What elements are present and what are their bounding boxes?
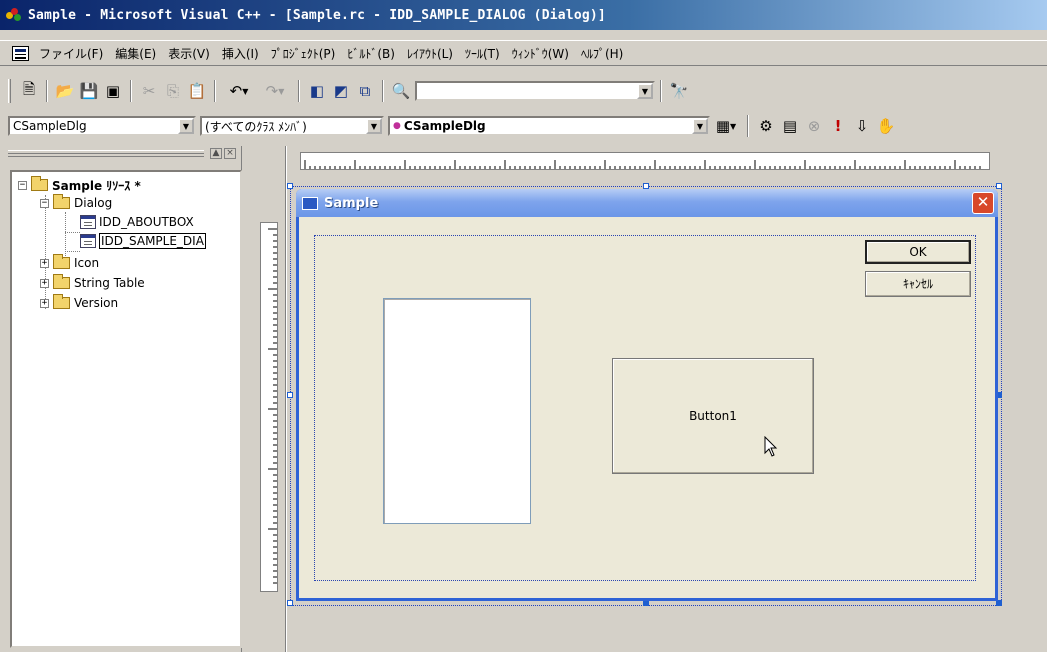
menu-tools[interactable]: ﾂｰﾙ(T) (459, 43, 506, 64)
chevron-down-icon[interactable]: ▼ (178, 118, 194, 134)
visual-cpp-icon (6, 8, 22, 22)
paste-icon[interactable]: 📋 (186, 80, 208, 102)
close-pane-icon[interactable]: × (224, 148, 236, 159)
folder-icon (53, 254, 70, 269)
folder-icon (53, 274, 70, 289)
menu-file[interactable]: ファイル(F) (33, 43, 109, 64)
save-icon[interactable]: 💾 (78, 80, 100, 102)
tree-node-version[interactable]: + Version (40, 294, 118, 312)
chevron-down-icon[interactable]: ▼ (366, 118, 382, 134)
save-all-icon[interactable]: ▣ (102, 80, 124, 102)
find-icon[interactable]: 🔭 (668, 80, 690, 102)
breakpoint-hand-icon[interactable]: ✋ (875, 115, 897, 137)
menu-view[interactable]: 表示(V) (162, 43, 216, 64)
wizard-bar: CSampleDlg ▼ (すべてのｸﾗｽ ﾒﾝﾊﾞ) ▼ ● CSampleD… (0, 110, 960, 142)
collapse-icon[interactable]: − (40, 198, 49, 208)
menu-window[interactable]: ｳｨﾝﾄﾞｳ(W) (506, 43, 575, 64)
resize-handle[interactable] (287, 183, 293, 189)
class-combo[interactable]: CSampleDlg ▼ (8, 116, 196, 136)
app-title-bar[interactable]: Sample - Microsoft Visual C++ - [Sample.… (0, 0, 1047, 30)
cancel-button[interactable]: ｷｬﾝｾﾙ (865, 271, 971, 297)
undo-icon[interactable]: ↶ ▼ (222, 80, 256, 102)
build-icon[interactable]: ▤ (779, 115, 801, 137)
horizontal-ruler[interactable] (300, 152, 990, 170)
dialog-window-icon (302, 196, 318, 210)
tree-node-label: IDD_SAMPLE_DIA (99, 233, 206, 249)
workspace-pane: ▲ × − Sample ﾘｿｰｽ * − Dialog IDD_ABOUTBO… (4, 146, 242, 652)
tree-root-label: Sample ﾘｿｰｽ * (52, 178, 141, 193)
resize-handle[interactable] (287, 600, 293, 606)
copy-icon[interactable]: ⎘ (162, 80, 184, 102)
member-combo-value: CSampleDlg (403, 119, 486, 133)
dialog-resource-icon (80, 215, 96, 229)
chevron-down-icon[interactable]: ▼ (637, 83, 653, 99)
tree-node-string-table[interactable]: + String Table (40, 274, 145, 292)
tree-node-label: Version (74, 296, 119, 310)
dialog-editor: Sample ✕ OK ｷｬﾝｾﾙ Button1 (248, 146, 1047, 652)
pane-header: ▲ × (4, 146, 241, 162)
menu-edit[interactable]: 編集(E) (109, 43, 162, 64)
ok-button[interactable]: OK (865, 240, 971, 264)
standard-toolbar: 🗎 📂 💾 ▣ ✂ ⎘ 📋 ↶ ▼ ↷ ▼ ◧ ◩ ⧉ 🔍 ▼ 🔭 (0, 75, 780, 107)
filter-combo-value: (すべてのｸﾗｽ ﾒﾝﾊﾞ) (205, 119, 307, 134)
menu-project[interactable]: ﾌﾟﾛｼﾞｪｸﾄ(P) (265, 43, 342, 64)
open-folder-icon (31, 176, 48, 191)
menu-build[interactable]: ﾋﾞﾙﾄﾞ(B) (341, 43, 401, 64)
window-list-icon[interactable]: ⧉ (354, 80, 376, 102)
go-icon[interactable]: ⇩ (851, 115, 873, 137)
mouse-pointer-icon (764, 436, 778, 457)
window-title: Sample - Microsoft Visual C++ - [Sample.… (28, 7, 606, 23)
dialog-title-bar[interactable]: Sample ✕ (296, 189, 998, 217)
resize-handle[interactable] (287, 392, 293, 398)
menu-help[interactable]: ﾍﾙﾌﾟ(H) (575, 43, 629, 64)
new-text-file-icon[interactable]: 🗎 (18, 80, 40, 102)
class-member-icon: ● (393, 121, 401, 131)
toolbar-grip[interactable] (8, 79, 11, 103)
compile-icon[interactable]: ⚙ (755, 115, 777, 137)
expand-icon[interactable]: + (40, 278, 49, 288)
vertical-ruler[interactable] (260, 222, 278, 592)
stop-build-icon[interactable]: ⊗ (803, 115, 825, 137)
dialog-title: Sample (324, 195, 379, 211)
tree-root[interactable]: − Sample ﾘｿｰｽ * (18, 176, 141, 194)
tree-node-icon[interactable]: + Icon (40, 254, 99, 272)
member-combo[interactable]: ● CSampleDlg ▼ (388, 116, 710, 136)
close-icon[interactable]: ✕ (972, 192, 994, 214)
tree-node-label: Icon (74, 256, 100, 270)
menu-insert[interactable]: 挿入(I) (216, 43, 265, 64)
folder-icon (53, 294, 70, 309)
tree-node-idd-sample-dialog[interactable]: IDD_SAMPLE_DIA (80, 232, 206, 250)
collapse-icon[interactable]: − (18, 180, 27, 190)
maximize-pane-icon[interactable]: ▲ (210, 148, 222, 159)
resource-tree: − Sample ﾘｿｰｽ * − Dialog IDD_ABOUTBOX ID… (10, 170, 242, 648)
menu-layout[interactable]: ﾚｲｱｳﾄ(L) (401, 43, 459, 64)
chevron-down-icon[interactable]: ▼ (692, 118, 708, 134)
resize-handle[interactable] (996, 183, 1002, 189)
tree-node-label: IDD_ABOUTBOX (99, 215, 194, 229)
workspace-icon[interactable]: ◧ (306, 80, 328, 102)
sample-dialog[interactable]: Sample ✕ OK ｷｬﾝｾﾙ Button1 (296, 189, 998, 601)
filter-combo[interactable]: (すべてのｸﾗｽ ﾒﾝﾊﾞ) ▼ (200, 116, 384, 136)
execute-icon[interactable]: ! (827, 115, 849, 137)
expand-icon[interactable]: + (40, 258, 49, 268)
dialog-resource-icon (80, 234, 96, 248)
tree-node-idd-aboutbox[interactable]: IDD_ABOUTBOX (80, 213, 194, 231)
list-box[interactable] (383, 298, 531, 524)
output-icon[interactable]: ◩ (330, 80, 352, 102)
tree-node-dialog[interactable]: − Dialog (40, 194, 112, 212)
tree-node-label: Dialog (74, 196, 113, 210)
document-menu-icon[interactable] (12, 45, 29, 61)
tree-node-label: String Table (74, 276, 145, 290)
wizard-action-icon[interactable]: ▦ ▼ (711, 115, 741, 137)
menu-bar: ファイル(F) 編集(E) 表示(V) 挿入(I) ﾌﾟﾛｼﾞｪｸﾄ(P) ﾋﾞ… (0, 40, 1047, 66)
find-in-files-icon[interactable]: 🔍 (390, 80, 412, 102)
redo-icon[interactable]: ↷ ▼ (258, 80, 292, 102)
button1[interactable]: Button1 (612, 358, 814, 474)
expand-icon[interactable]: + (40, 298, 49, 308)
open-folder-icon (53, 194, 70, 209)
open-folder-icon[interactable]: 📂 (54, 80, 76, 102)
cut-icon[interactable]: ✂ (138, 80, 160, 102)
class-combo-value: CSampleDlg (13, 119, 87, 133)
find-combo[interactable]: ▼ (415, 81, 655, 101)
